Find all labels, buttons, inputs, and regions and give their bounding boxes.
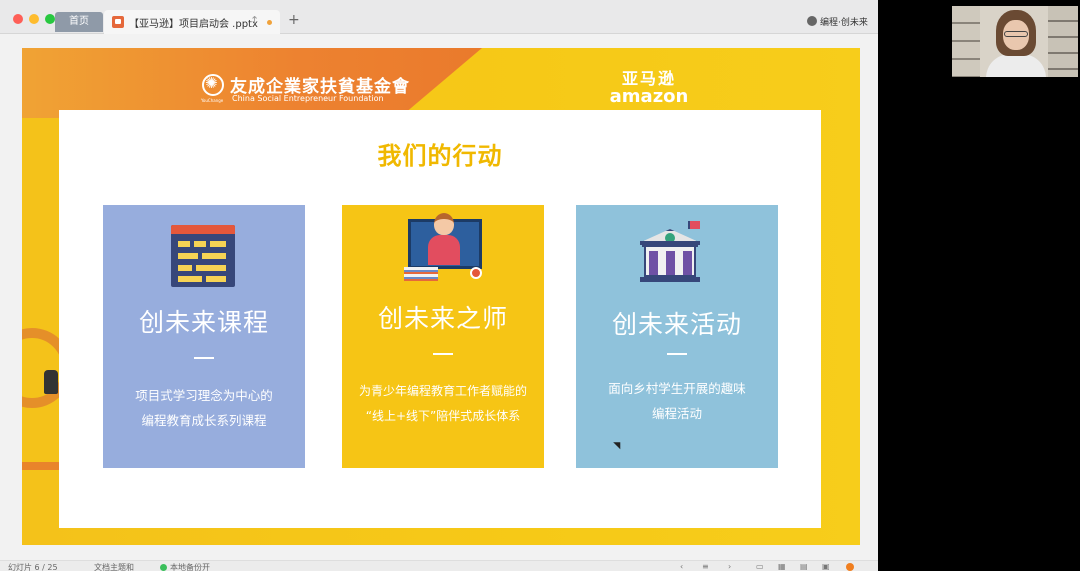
notes-icon[interactable]: ≡ bbox=[702, 562, 709, 571]
decorative-person bbox=[44, 370, 58, 394]
card-divider bbox=[667, 353, 687, 355]
card-divider bbox=[194, 357, 214, 359]
unsaved-indicator bbox=[267, 20, 272, 25]
card-course: 创未来课程 项目式学习理念为中心的 编程教育成长系列课程 bbox=[103, 205, 305, 468]
new-tab-plus-icon[interactable]: + bbox=[288, 12, 300, 28]
present-view-icon[interactable]: ▣ bbox=[822, 562, 830, 571]
backup-label: 本地备份开 bbox=[170, 563, 210, 571]
card-title: 创未来之师 bbox=[377, 304, 508, 333]
card-desc-line: 编程教育成长系列课程 bbox=[141, 413, 267, 428]
slide-title: 我们的行动 bbox=[377, 142, 503, 170]
presentation-app-window: 首页 【亚马逊】项目启动会 .pptx ↑ + 编程·创未来 友成企業家扶貧基金… bbox=[0, 0, 878, 571]
grid-view-icon[interactable]: ▦ bbox=[778, 562, 786, 571]
maximize-window-button[interactable] bbox=[45, 14, 55, 24]
card-desc-line: “线上+线下”陪伴式成长体系 bbox=[365, 409, 521, 423]
user-avatar-icon[interactable] bbox=[807, 16, 817, 26]
tab-pptx-file[interactable]: 【亚马逊】项目启动会 .pptx ↑ bbox=[104, 10, 280, 34]
card-teacher: 创未来之师 为青少年编程教育工作者赋能的 “线上+线下”陪伴式成长体系 bbox=[342, 205, 544, 468]
minimize-window-button[interactable] bbox=[29, 14, 39, 24]
card-activity: 创未来活动 面向乡村学生开展的趣味 编程活动 bbox=[576, 205, 778, 468]
webcam-video-feed bbox=[952, 6, 1078, 77]
card-divider bbox=[433, 353, 453, 355]
next-slide-icon[interactable]: › bbox=[728, 562, 731, 571]
slide-counter: 幻灯片 6 / 25 bbox=[8, 563, 58, 571]
foundation-emblem-icon bbox=[202, 74, 224, 96]
amazon-logo: 亚马逊 amazon bbox=[604, 70, 694, 106]
slide-content-panel: 我们的行动 创未来课程 项目式学习理念为中心的 编程教育成长系列课程 创未来之师… bbox=[59, 110, 821, 528]
school-building-icon bbox=[638, 221, 704, 289]
card-title: 创未来课程 bbox=[138, 308, 269, 337]
pptx-file-icon bbox=[112, 16, 124, 28]
card-desc-line: 面向乡村学生开展的趣味 bbox=[608, 381, 746, 396]
decorative-bar bbox=[22, 462, 60, 470]
course-schedule-icon bbox=[171, 225, 235, 287]
user-name[interactable]: 编程·创未来 bbox=[820, 15, 868, 28]
amazon-name-en: amazon bbox=[609, 86, 689, 107]
card-desc-line: 为青少年编程教育工作者赋能的 bbox=[358, 384, 527, 398]
backup-indicator[interactable]: 本地备份开 bbox=[160, 562, 210, 571]
tab-file-label: 【亚马逊】项目启动会 .pptx bbox=[129, 19, 258, 30]
foundation-small-text: YouChange bbox=[201, 98, 224, 103]
card-desc-line: 编程活动 bbox=[651, 406, 702, 421]
close-window-button[interactable] bbox=[13, 14, 23, 24]
foundation-logo: 友成企業家扶貧基金會 China Social Entrepreneur Fou… bbox=[201, 72, 409, 106]
card-description: 项目式学习理念为中心的 编程教育成长系列课程 bbox=[103, 383, 305, 433]
status-bar: 幻灯片 6 / 25 文档主题和 本地备份开 ‹ ≡ › ▭ ▦ ▤ ▣ bbox=[0, 560, 878, 571]
share-upload-icon[interactable]: ↑ bbox=[250, 14, 259, 27]
card-title: 创未来活动 bbox=[611, 310, 742, 339]
theme-indicator[interactable]: 文档主题和 bbox=[94, 562, 134, 571]
teacher-icon bbox=[404, 211, 486, 283]
normal-view-icon[interactable]: ▭ bbox=[756, 562, 764, 571]
card-description: 为青少年编程教育工作者赋能的 “线上+线下”陪伴式成长体系 bbox=[342, 379, 544, 429]
tab-bar: 首页 【亚马逊】项目启动会 .pptx ↑ + 编程·创未来 bbox=[0, 0, 878, 34]
foundation-name-en: China Social Entrepreneur Foundation bbox=[232, 94, 384, 103]
card-desc-line: 项目式学习理念为中心的 bbox=[135, 388, 273, 403]
prev-slide-icon[interactable]: ‹ bbox=[680, 562, 683, 571]
backup-status-icon bbox=[160, 564, 167, 571]
reading-view-icon[interactable]: ▤ bbox=[800, 562, 808, 571]
card-description: 面向乡村学生开展的趣味 编程活动 bbox=[576, 376, 778, 426]
tab-home[interactable]: 首页 bbox=[55, 12, 103, 32]
slide-canvas[interactable]: 友成企業家扶貧基金會 China Social Entrepreneur Fou… bbox=[22, 48, 860, 545]
record-icon[interactable] bbox=[846, 563, 854, 571]
